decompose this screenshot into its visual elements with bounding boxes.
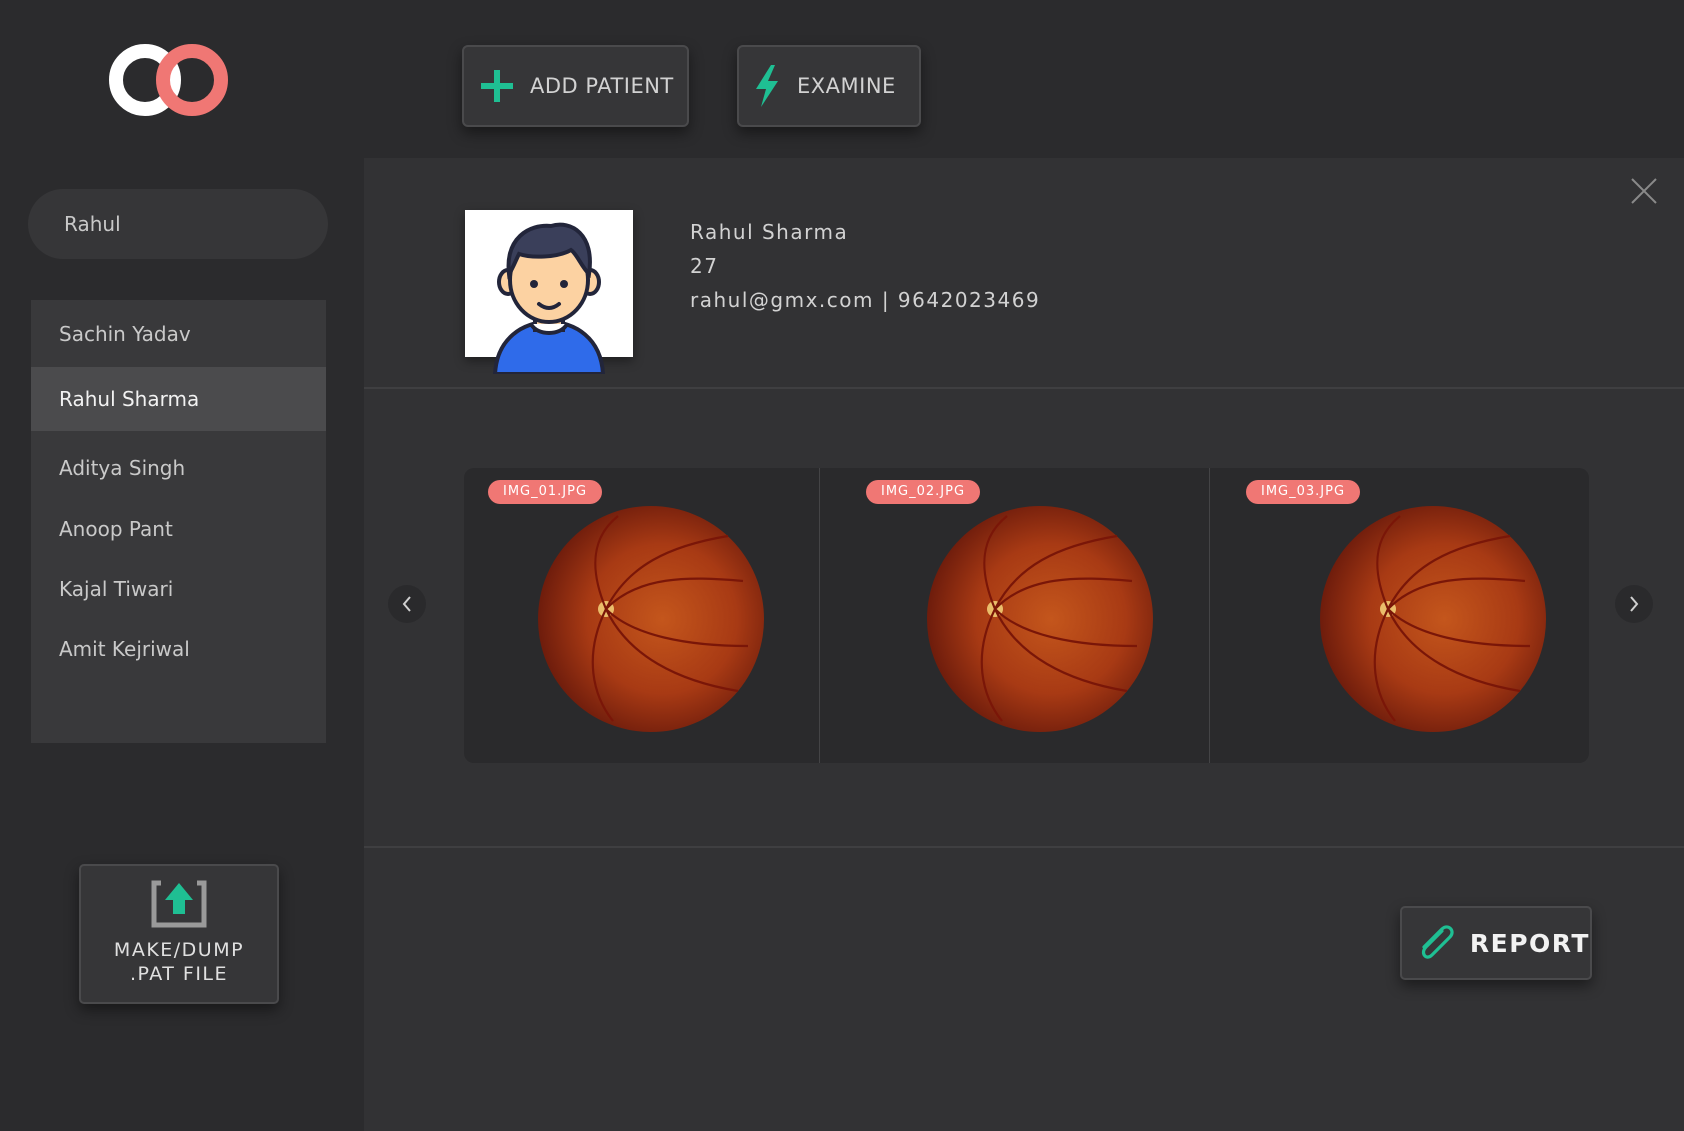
add-patient-label: ADD PATIENT — [530, 74, 674, 98]
lightning-icon — [756, 65, 778, 107]
search-bar — [28, 189, 328, 259]
plus-icon — [481, 70, 513, 102]
infinity-logo-icon — [109, 44, 228, 116]
image-gallery: IMG_01.JPG IMG_02.JPG IMG_03.JPG — [464, 468, 1589, 763]
make-dump-pat-button[interactable]: MAKE/DUMP .PAT FILE — [79, 864, 279, 1004]
paperclip-icon — [1421, 925, 1454, 959]
app-logo — [108, 42, 232, 120]
fundus-image[interactable] — [927, 506, 1153, 732]
fundus-image[interactable] — [538, 506, 764, 732]
image-filename-tag: IMG_02.JPG — [866, 480, 981, 504]
avatar — [465, 210, 633, 374]
image-card[interactable]: IMG_03.JPG — [1210, 468, 1589, 763]
list-item[interactable]: Anoop Pant — [31, 499, 326, 559]
chevron-left-icon — [402, 596, 411, 612]
list-item[interactable]: Aditya Singh — [31, 438, 326, 498]
add-patient-button[interactable]: ADD PATIENT — [462, 45, 689, 127]
report-label: REPORT — [1469, 928, 1590, 958]
list-item[interactable]: Kajal Tiwari — [31, 559, 326, 619]
patient-name: Rahul Sharma — [690, 220, 849, 244]
examine-label: EXAMINE — [797, 74, 896, 98]
list-item[interactable]: Sachin Yadav — [31, 303, 326, 364]
chevron-right-icon — [1630, 596, 1639, 612]
divider — [364, 846, 1684, 848]
dump-label-line2: .PAT FILE — [129, 963, 229, 985]
image-card[interactable]: IMG_02.JPG — [820, 468, 1209, 763]
image-card[interactable]: IMG_01.JPG — [464, 468, 819, 763]
image-filename-tag: IMG_03.JPG — [1246, 480, 1361, 504]
examine-button[interactable]: EXAMINE — [737, 45, 921, 127]
divider — [364, 387, 1684, 389]
patient-detail-panel: Rahul Sharma 27 rahul@gmx.com | 96420234… — [364, 158, 1684, 1131]
next-image-button[interactable] — [1615, 585, 1653, 623]
image-filename-tag: IMG_01.JPG — [488, 480, 603, 504]
dump-label-line1: MAKE/DUMP — [113, 939, 245, 961]
report-button[interactable]: REPORT — [1400, 906, 1592, 980]
patient-list: Sachin Yadav Rahul Sharma Aditya Singh A… — [31, 300, 326, 743]
avatar-icon — [492, 222, 606, 374]
close-icon[interactable] — [1629, 176, 1659, 206]
fundus-image[interactable] — [1320, 506, 1546, 732]
upload-icon — [151, 880, 207, 928]
search-input[interactable] — [62, 211, 315, 237]
prev-image-button[interactable] — [388, 585, 426, 623]
list-item[interactable]: Amit Kejriwal — [31, 619, 326, 679]
list-item[interactable]: Rahul Sharma — [31, 367, 326, 431]
patient-contact: rahul@gmx.com | 9642023469 — [690, 288, 1041, 312]
patient-age: 27 — [690, 254, 719, 278]
